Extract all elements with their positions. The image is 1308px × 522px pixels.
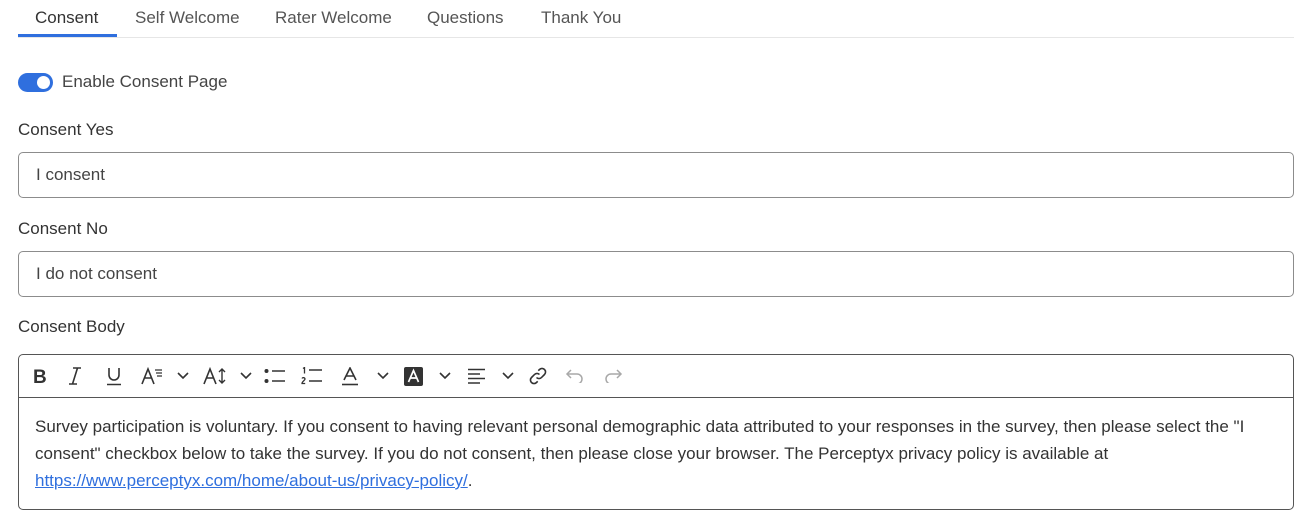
tab-self-welcome[interactable]: Self Welcome [135, 0, 240, 38]
consent-body-text: Survey participation is voluntary. If yo… [35, 417, 1245, 463]
tab-consent[interactable]: Consent [35, 0, 98, 38]
text-color-chevron-down-icon[interactable] [375, 364, 391, 388]
consent-body-editor: B Survey participation is voluntary. If … [18, 354, 1294, 510]
highlight-color-icon[interactable] [402, 364, 424, 388]
undo-icon[interactable] [564, 364, 586, 388]
consent-yes-input[interactable]: I consent [18, 152, 1294, 198]
editor-toolbar: B [19, 355, 1293, 398]
tab-rater-welcome[interactable]: Rater Welcome [275, 0, 392, 38]
active-tab-indicator [18, 34, 117, 37]
font-family-icon[interactable] [139, 364, 165, 388]
consent-no-input[interactable]: I do not consent [18, 251, 1294, 297]
tab-thank-you[interactable]: Thank You [541, 0, 621, 38]
tab-questions[interactable]: Questions [427, 0, 504, 38]
privacy-policy-link[interactable]: https://www.perceptyx.com/home/about-us/… [35, 471, 468, 490]
bulleted-list-icon[interactable] [263, 364, 287, 388]
consent-body-content[interactable]: Survey participation is voluntary. If yo… [35, 413, 1280, 494]
italic-icon[interactable] [65, 364, 85, 388]
consent-body-suffix: . [467, 471, 473, 490]
highlight-color-chevron-down-icon[interactable] [437, 364, 453, 388]
consent-yes-label: Consent Yes [18, 120, 114, 139]
consent-no-label: Consent No [18, 219, 108, 238]
font-family-chevron-down-icon[interactable] [175, 364, 191, 388]
align-icon[interactable] [465, 364, 487, 388]
svg-text:B: B [33, 367, 47, 385]
enable-consent-label: Enable Consent Page [62, 72, 228, 91]
consent-body-label: Consent Body [18, 317, 125, 336]
enable-consent-toggle[interactable] [18, 72, 53, 92]
toggle-knob [37, 75, 50, 89]
align-chevron-down-icon[interactable] [500, 364, 516, 388]
text-color-icon[interactable] [339, 364, 361, 388]
numbered-list-icon[interactable] [300, 364, 324, 388]
underline-icon[interactable] [103, 364, 125, 388]
redo-icon[interactable] [602, 364, 624, 388]
link-icon[interactable] [527, 364, 549, 388]
tab-bar: Consent Self Welcome Rater Welcome Quest… [18, 0, 1294, 38]
font-size-icon[interactable] [202, 364, 228, 388]
font-size-chevron-down-icon[interactable] [238, 364, 254, 388]
bold-icon[interactable]: B [29, 364, 51, 388]
consent-toggle-row: Enable Consent Page [18, 72, 227, 92]
